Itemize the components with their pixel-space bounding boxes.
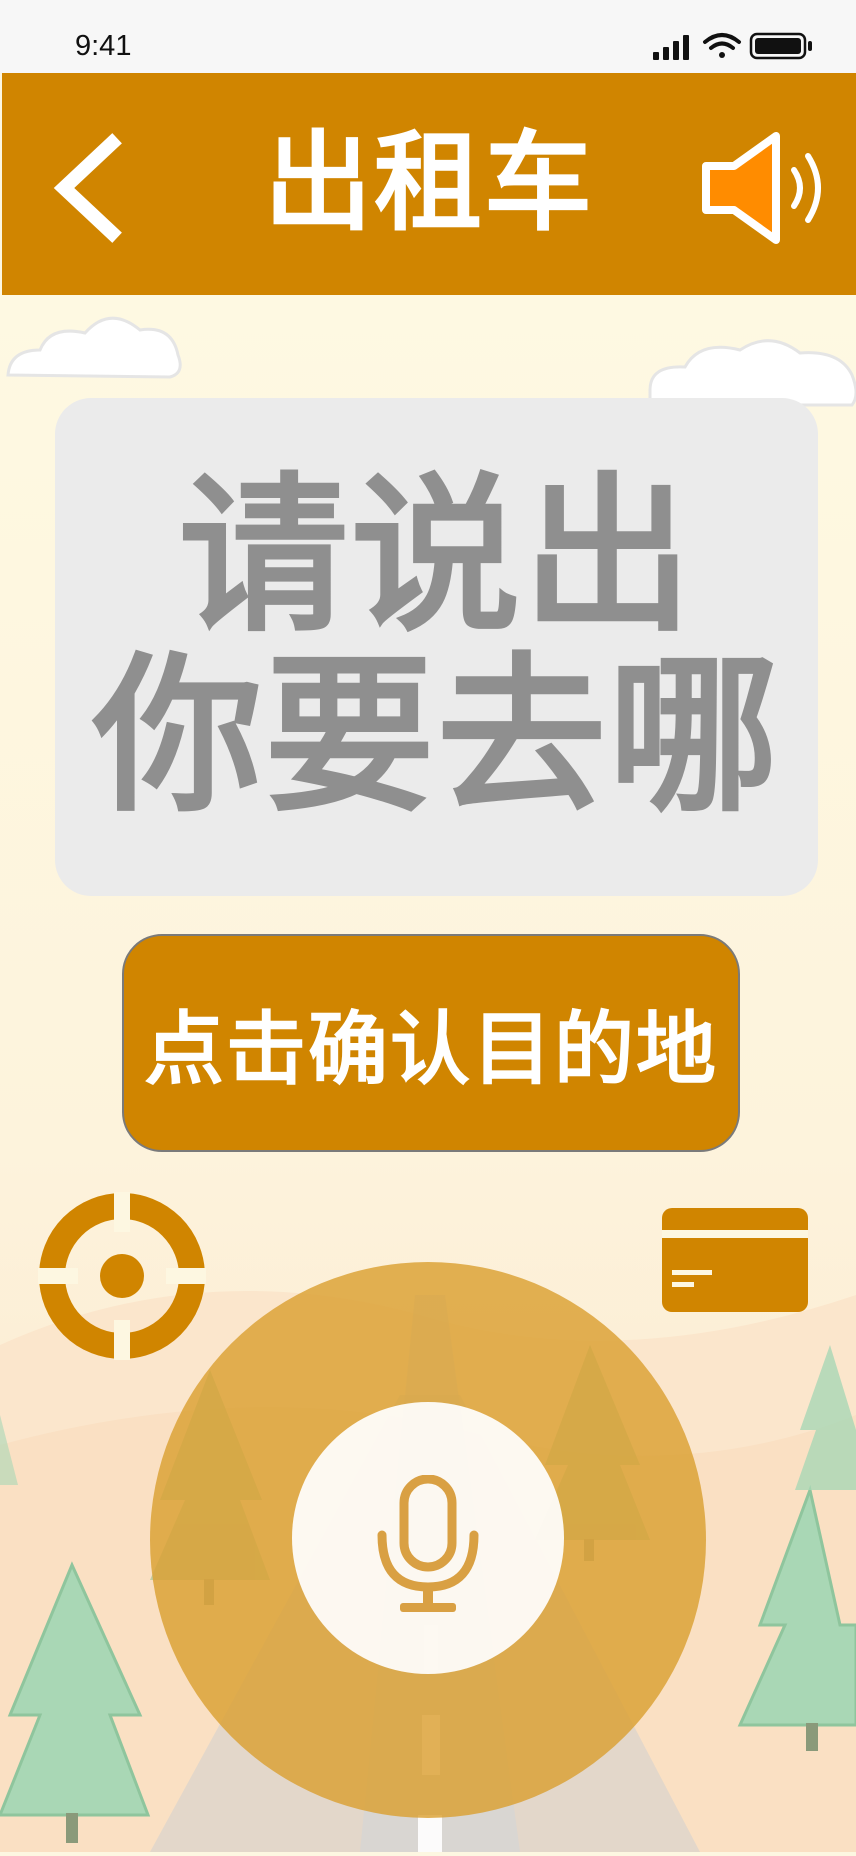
credit-card-icon	[662, 1208, 808, 1312]
confirm-destination-label: 点击确认目的地	[144, 1003, 718, 1096]
crosshair-icon	[38, 1192, 206, 1360]
battery-icon	[749, 32, 812, 60]
prompt-line-1: 请说出	[178, 458, 695, 656]
microphone-icon	[376, 1474, 480, 1615]
destination-prompt-card: 请说出 你要去哪	[55, 398, 818, 896]
status-icons	[651, 30, 821, 70]
signal-icon	[653, 35, 689, 60]
payment-card-button[interactable]	[662, 1208, 808, 1312]
locate-button[interactable]	[38, 1192, 206, 1360]
confirm-destination-button[interactable]: 点击确认目的地	[122, 934, 740, 1152]
status-time: 9:41	[75, 30, 132, 62]
speaker-icon	[702, 132, 821, 244]
app-header: 出租车	[2, 73, 856, 295]
status-bar: 9:41	[0, 0, 856, 73]
prompt-line-2: 你要去哪	[92, 638, 781, 836]
wifi-icon	[703, 33, 741, 58]
speaker-button[interactable]	[692, 128, 832, 248]
